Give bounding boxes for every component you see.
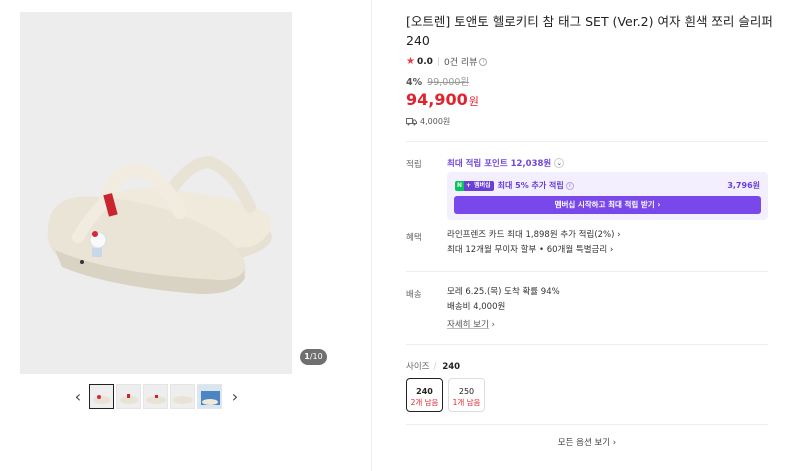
product-title: [오트렌] 토앤토 헬로키티 참 태그 SET (Ver.2) 여자 흰색 쪼리… bbox=[406, 14, 773, 48]
size-option-value: 240 bbox=[416, 387, 433, 396]
chevron-right-icon: › bbox=[491, 320, 495, 330]
truck-icon bbox=[406, 118, 417, 126]
column-divider bbox=[371, 0, 372, 471]
thumbnail-2[interactable] bbox=[116, 384, 141, 409]
info-icon[interactable]: i bbox=[565, 181, 574, 190]
section-divider bbox=[406, 141, 768, 142]
sale-price: 94,900 bbox=[406, 90, 468, 109]
thumbnail-3[interactable] bbox=[143, 384, 168, 409]
thumbnail-strip: ‹ › bbox=[70, 384, 243, 409]
membership-amount: 3,796원 bbox=[727, 181, 760, 190]
chevron-down-icon: ⌄ bbox=[554, 158, 565, 168]
info-icon[interactable]: i bbox=[479, 57, 488, 66]
thumbnail-4[interactable] bbox=[170, 384, 195, 409]
product-info: [오트렌] 토앤토 헬로키티 참 태그 SET (Ver.2) 여자 흰색 쪼리… bbox=[406, 12, 774, 127]
membership-start-button[interactable]: 멤버십 시작하고 최대 적립 받기 › bbox=[454, 196, 761, 214]
membership-extra-text: 최대 5% 추가 적립 bbox=[497, 181, 564, 190]
installment-link[interactable]: 최대 12개월 무이자 할부 • 60개월 특별금리 › bbox=[447, 243, 621, 258]
original-price-row: 4% 99,000원 bbox=[406, 74, 774, 88]
selected-size: 240 bbox=[442, 362, 461, 372]
thumbnail-1[interactable] bbox=[89, 384, 114, 409]
main-product-image[interactable] bbox=[20, 12, 292, 374]
card-benefit-link[interactable]: 라인프렌즈 카드 최대 1,898원 추가 적립(2%) › bbox=[447, 228, 621, 243]
size-label: 사이즈 bbox=[406, 362, 430, 372]
section-divider bbox=[406, 271, 768, 272]
section-divider bbox=[406, 424, 768, 425]
sale-price-row: 94,900원 bbox=[406, 90, 774, 109]
product-gallery: 1/10 ‹ › bbox=[0, 0, 372, 471]
stock-left: 2개 남음 bbox=[410, 398, 439, 407]
shipping-fee: 4,000원 bbox=[420, 117, 451, 126]
discount-rate: 4% bbox=[406, 77, 423, 88]
delivery-fee: 배송비 4,000원 bbox=[447, 302, 506, 312]
size-option-value: 250 bbox=[458, 387, 475, 396]
rating-score: 0.0 bbox=[416, 56, 433, 67]
shipping-fee-row: 4,000원 bbox=[406, 116, 774, 127]
naver-membership-badge: N + 멤버십 bbox=[455, 180, 494, 191]
section-divider bbox=[406, 344, 768, 345]
image-counter: 1/10 bbox=[300, 349, 327, 365]
chevron-right-icon[interactable]: › bbox=[227, 385, 243, 409]
membership-row: N + 멤버십 최대 5% 추가 적립 i bbox=[455, 180, 574, 191]
all-options-link[interactable]: 모든 옵션 보기 › bbox=[406, 436, 768, 448]
original-price: 99,000원 bbox=[427, 77, 470, 88]
delivery-block: 모레 6.25.(목) 도착 확률 94% 배송비 4,000원 자세히 보기 … bbox=[447, 285, 560, 333]
benefits-block: 라인프렌즈 카드 최대 1,898원 추가 적립(2%) › 최대 12개월 무… bbox=[447, 228, 621, 258]
star-icon: ★ bbox=[406, 56, 415, 67]
membership-box: N + 멤버십 최대 5% 추가 적립 i 3,796원 멤버십 시작하고 최대 적… bbox=[447, 172, 768, 220]
delivery-eta: 모레 6.25.(목) 도착 확률 94% bbox=[447, 287, 560, 297]
price-unit: 원 bbox=[468, 95, 479, 108]
points-block: 최대 적립 포인트 12,038원 ⌄ bbox=[447, 157, 565, 169]
benefits-label: 혜택 bbox=[406, 233, 422, 243]
delivery-label: 배송 bbox=[406, 290, 422, 300]
sandal-illustration bbox=[47, 155, 272, 295]
review-count-link[interactable]: 0건 리뷰 bbox=[444, 55, 477, 68]
rating-row: ★ 0.0 | 0건 리뷰 i bbox=[406, 55, 774, 68]
max-points-toggle[interactable]: 최대 적립 포인트 12,038원 ⌄ bbox=[447, 157, 565, 169]
size-option-250[interactable]: 250 1개 남음 bbox=[448, 378, 485, 412]
rating-divider: | bbox=[436, 56, 440, 67]
thumbnail-5[interactable] bbox=[197, 384, 222, 409]
delivery-details-link[interactable]: 자세히 보기 bbox=[447, 320, 489, 330]
size-label-row: 사이즈/ 240 bbox=[406, 360, 460, 372]
size-sep: / bbox=[433, 362, 437, 372]
points-label: 적립 bbox=[406, 160, 422, 170]
max-points-text: 최대 적립 포인트 12,038원 bbox=[447, 159, 552, 169]
stock-left: 1개 남음 bbox=[452, 398, 481, 407]
size-option-240[interactable]: 240 2개 남음 bbox=[406, 378, 443, 412]
chevron-left-icon[interactable]: ‹ bbox=[70, 385, 86, 409]
